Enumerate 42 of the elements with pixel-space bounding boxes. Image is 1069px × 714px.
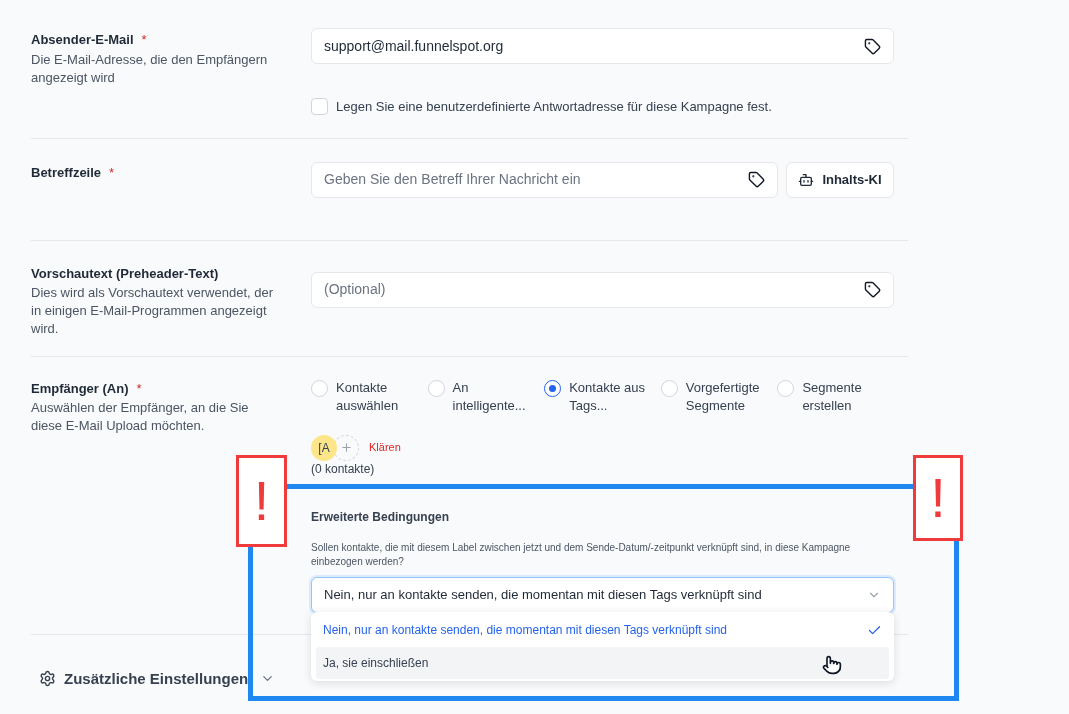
email-field[interactable]: support@mail.funnelspot.org: [311, 28, 894, 64]
radio-option[interactable]: Segmente erstellen: [777, 378, 894, 415]
tag-chip: [A: [311, 434, 337, 461]
field-description: Dies wird als Vorschautext verwendet, der in einigen E-Mail-Programmen angezeigt wird.: [31, 284, 275, 338]
radio-option[interactable]: Vorgefertigte Segmente: [660, 378, 778, 415]
checkbox[interactable]: [311, 98, 328, 116]
required-mark: *: [141, 31, 147, 49]
radio-option[interactable]: Kontakte aus Tags...: [544, 378, 661, 415]
field-placeholder: Geben Sie den Betreff Ihrer Nachricht ein: [324, 170, 582, 189]
tag-icon[interactable]: [864, 281, 881, 298]
clear-link[interactable]: Klären: [369, 439, 401, 456]
hand-cursor-icon: [822, 655, 842, 675]
tag-icon[interactable]: [864, 37, 881, 55]
warning-marker: !: [236, 455, 287, 547]
warning-marker: !: [913, 455, 963, 541]
tag-icon[interactable]: [748, 171, 765, 188]
dropdown-option[interactable]: Ja, sie einschließen: [316, 647, 889, 679]
robot-icon: [798, 171, 815, 188]
settings-icon: [39, 670, 56, 688]
subject-field[interactable]: Geben Sie den Betreff Ihrer Nachricht ein: [311, 161, 778, 198]
field-value: support@mail.funnelspot.org: [324, 36, 505, 56]
radio-button[interactable]: [544, 379, 562, 397]
field-label: Empfänger (An): [31, 379, 129, 398]
section-title: Erweiterte Bedingungen: [311, 508, 451, 526]
plus-icon: [339, 441, 353, 454]
field-description: Auswählen der Empfänger, an die Sie diese E-Mail Upload möchten.: [31, 399, 250, 435]
field-placeholder: (Optional): [324, 280, 387, 299]
field-description: Die E-Mail-Adresse, die den Empfängern angezeigt wird: [31, 50, 269, 87]
preview-text-field[interactable]: (Optional): [311, 271, 894, 308]
field-label: Vorschautext (Preheader-Text): [31, 264, 219, 283]
field-label: Absender-E-Mail: [31, 31, 134, 49]
required-mark: *: [136, 379, 142, 398]
field-label: Betreffzeile: [31, 163, 102, 182]
required-mark: *: [109, 163, 115, 182]
radio-option[interactable]: Kontakte auswählen: [311, 378, 428, 415]
radio-option[interactable]: An intelligente...: [427, 378, 545, 415]
contact-count: (0 kontakte): [311, 460, 376, 478]
section-toggle[interactable]: Zusätzliche Einstellungen: [64, 667, 249, 690]
question-text: Sollen kontakte, die mit diesem Label zwischen jetzt und dem Sende-Datum/-zeitpunkt verknüpft sind, in diese Kampagne einbezogen werden?: [311, 540, 852, 569]
checkbox-label: Legen Sie eine benutzerdefinierte Antwortadresse für diese Kampagne fest.: [336, 98, 772, 116]
condition-select[interactable]: Nein, nur an kontakte senden, die momentan mit diesen Tags verknüpft sind: [311, 576, 894, 613]
content-ai-button[interactable]: Inhalts-KI: [786, 161, 894, 198]
